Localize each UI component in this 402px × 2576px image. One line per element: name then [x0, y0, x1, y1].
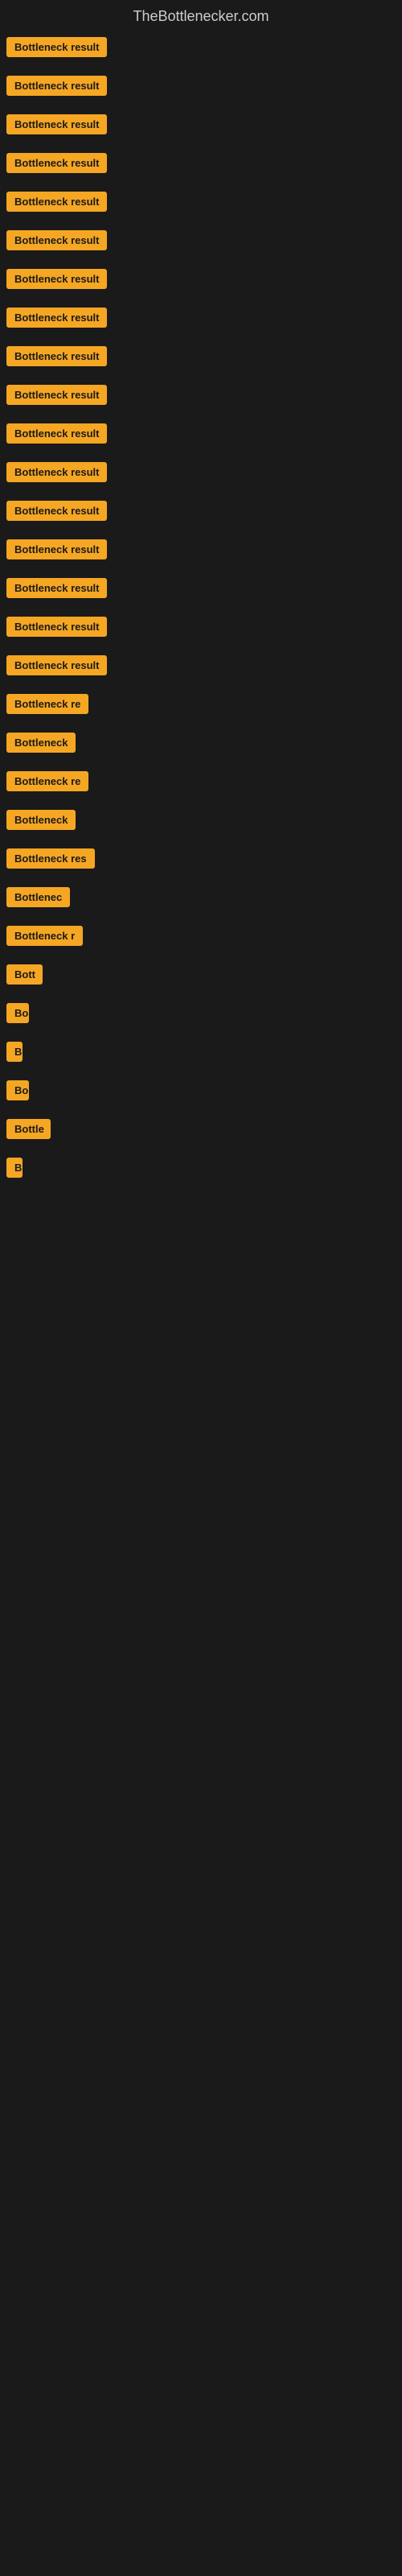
list-item: Bottleneck: [0, 733, 402, 757]
bottleneck-badge[interactable]: Bottleneck result: [6, 423, 107, 444]
bottleneck-badge[interactable]: Bottleneck re: [6, 694, 88, 714]
list-item: Bottleneck result: [0, 385, 402, 409]
bottleneck-badge[interactable]: Bottleneck result: [6, 385, 107, 405]
list-item: Bottleneck re: [0, 771, 402, 795]
bottleneck-badge[interactable]: B: [6, 1042, 23, 1062]
list-item: Bottleneck result: [0, 308, 402, 332]
bottleneck-badge[interactable]: Bottleneck result: [6, 346, 107, 366]
bottleneck-badge[interactable]: Bottleneck result: [6, 153, 107, 173]
list-item: Bottleneck result: [0, 423, 402, 448]
bottleneck-badge[interactable]: Bottlenec: [6, 887, 70, 907]
bottleneck-badge[interactable]: Bottleneck result: [6, 114, 107, 134]
list-item: Bott: [0, 964, 402, 989]
bottleneck-badge[interactable]: Bottleneck result: [6, 462, 107, 482]
list-item: Bottleneck result: [0, 192, 402, 216]
bottleneck-badge[interactable]: Bottleneck result: [6, 578, 107, 598]
list-item: B: [0, 1042, 402, 1066]
list-item: Bottleneck result: [0, 114, 402, 138]
bottleneck-badge[interactable]: Bottleneck: [6, 733, 76, 753]
bottleneck-badge[interactable]: B: [6, 1158, 23, 1178]
list-item: Bottleneck result: [0, 346, 402, 370]
list-item: Bottleneck res: [0, 848, 402, 873]
list-item: Bottleneck result: [0, 462, 402, 486]
list-item: Bottlenec: [0, 887, 402, 911]
bottleneck-badge[interactable]: Bottleneck result: [6, 269, 107, 289]
list-item: Bottleneck r: [0, 926, 402, 950]
list-item: Bottleneck re: [0, 694, 402, 718]
list-item: Bottleneck result: [0, 578, 402, 602]
bottleneck-badge[interactable]: Bottleneck result: [6, 501, 107, 521]
list-item: Bottleneck result: [0, 37, 402, 61]
list-item: Bottleneck result: [0, 269, 402, 293]
list-item: Bottle: [0, 1119, 402, 1143]
bottleneck-badge[interactable]: Bottleneck result: [6, 37, 107, 57]
list-item: Bottleneck result: [0, 655, 402, 679]
list-item: Bottleneck result: [0, 501, 402, 525]
list-item: Bottleneck result: [0, 539, 402, 564]
bottleneck-badge[interactable]: Bottleneck result: [6, 76, 107, 96]
bottleneck-badge[interactable]: Bottleneck result: [6, 617, 107, 637]
list-item: Bo: [0, 1003, 402, 1027]
list-item: Bottleneck result: [0, 153, 402, 177]
bottleneck-badge[interactable]: Bottleneck: [6, 810, 76, 830]
bottleneck-badge[interactable]: Bottleneck result: [6, 655, 107, 675]
bottleneck-badge[interactable]: Bottleneck r: [6, 926, 83, 946]
list-item: Bo: [0, 1080, 402, 1104]
list-item: Bottleneck result: [0, 617, 402, 641]
site-title: TheBottlenecker.com: [0, 0, 402, 37]
list-item: B: [0, 1158, 402, 1182]
list-item: Bottleneck: [0, 810, 402, 834]
bottleneck-badge[interactable]: Bottleneck re: [6, 771, 88, 791]
bottleneck-badge[interactable]: Bottleneck result: [6, 308, 107, 328]
bottleneck-badge[interactable]: Bottleneck result: [6, 230, 107, 250]
bottleneck-badge[interactable]: Bott: [6, 964, 43, 985]
bottleneck-badge[interactable]: Bo: [6, 1003, 29, 1023]
bottleneck-badge[interactable]: Bottleneck res: [6, 848, 95, 869]
list-item: Bottleneck result: [0, 230, 402, 254]
bottleneck-badge[interactable]: Bottle: [6, 1119, 51, 1139]
bottleneck-badge[interactable]: Bottleneck result: [6, 539, 107, 559]
list-item: Bottleneck result: [0, 76, 402, 100]
bottleneck-badge[interactable]: Bo: [6, 1080, 29, 1100]
bottleneck-badge[interactable]: Bottleneck result: [6, 192, 107, 212]
